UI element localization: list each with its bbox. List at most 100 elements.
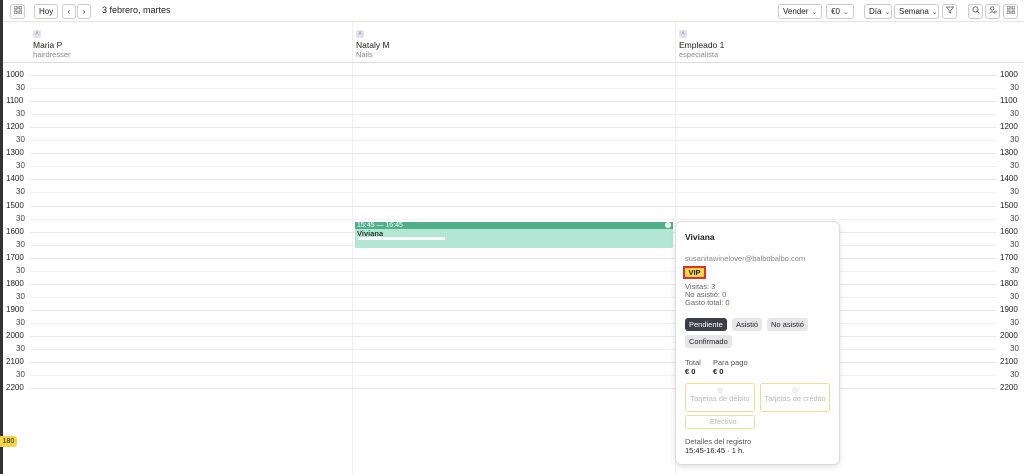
time-slot-line	[30, 101, 996, 102]
status-confirmed-button[interactable]: Confirmado	[685, 335, 732, 348]
time-label-right: 30	[1010, 83, 1019, 92]
time-label-right: 1900	[1000, 305, 1018, 314]
time-label-right: 1800	[1000, 279, 1018, 288]
staff-name: Maria P	[33, 40, 63, 50]
client-email[interactable]: susanitawinelover@balbobalbo.com	[685, 254, 805, 263]
time-slot-line	[30, 140, 996, 141]
time-label-left: 30	[16, 318, 25, 327]
time-label-right: 30	[1010, 240, 1019, 249]
day-dropdown[interactable]: Día ⌄	[864, 4, 892, 19]
left-edge-bar	[0, 0, 3, 474]
time-slot-line	[30, 284, 996, 285]
time-label-left: 2000	[6, 331, 24, 340]
time-slot-line	[30, 166, 996, 167]
current-date: 3 febrero, martes	[102, 5, 171, 15]
time-label-left: 1400	[6, 174, 24, 183]
time-label-left: 1100	[6, 96, 24, 105]
time-label-right: 30	[1010, 266, 1019, 275]
time-slot-line	[30, 310, 996, 311]
time-label-left: 30	[16, 266, 25, 275]
status-pending-button[interactable]: Pendiente	[685, 318, 727, 331]
time-label-right: 2000	[1000, 331, 1018, 340]
status-attended-button[interactable]: Asistió	[732, 318, 763, 331]
appointment-header: 15:45 — 16:45 i	[355, 222, 673, 229]
total-label: Total	[685, 358, 701, 367]
time-label-right: 30	[1010, 161, 1019, 170]
time-label-right: 30	[1010, 214, 1019, 223]
info-icon[interactable]: i	[665, 222, 671, 228]
money-label: €0	[831, 7, 841, 16]
staff-role: especialista	[679, 50, 719, 59]
chevron-down-icon: ⌄	[931, 9, 938, 16]
grid-icon[interactable]	[10, 4, 25, 19]
total-spent: Gasto total: 0	[685, 298, 730, 307]
page-counter-badge[interactable]: 180	[0, 436, 17, 447]
staff-name: Nataly M	[356, 40, 390, 50]
time-label-right: 1400	[1000, 174, 1018, 183]
staff-column-header[interactable]: A Nataly M Nails	[356, 30, 390, 59]
today-button[interactable]: Hoy	[34, 4, 59, 19]
time-slot-line	[30, 219, 996, 220]
time-slot-line	[30, 114, 996, 115]
to-pay-value: € 0	[713, 367, 724, 376]
filter-icon[interactable]	[942, 4, 957, 19]
time-label-right: 30	[1010, 109, 1019, 118]
cash-label: Efectivo	[709, 417, 737, 426]
time-slot-line	[30, 258, 996, 259]
credit-card-button[interactable]: ◎ Tarjetas de crédito	[760, 383, 830, 412]
debit-card-button[interactable]: ◎ Tarjetas de débito	[685, 383, 755, 412]
to-pay-label: Para pago	[713, 358, 748, 367]
time-label-left: 30	[16, 370, 25, 379]
details-value: 15:45-16:45 · 1 h.	[685, 446, 745, 455]
apps-icon[interactable]	[1003, 4, 1018, 19]
staff-column-header[interactable]: A Empleado 1 especialista	[679, 30, 724, 59]
sell-label: Vender	[783, 7, 809, 16]
money-dropdown[interactable]: €0 ⌄	[826, 4, 854, 19]
appointment-block[interactable]: 15:45 — 16:45 i Viviana	[355, 222, 673, 248]
time-label-left: 30	[16, 344, 25, 353]
details-label: Detalles del registro	[685, 437, 752, 446]
time-label-right: 1200	[1000, 122, 1018, 131]
time-label-right: 2200	[1000, 383, 1018, 392]
time-label-right: 30	[1010, 135, 1019, 144]
chevron-left-icon[interactable]: ‹	[62, 4, 76, 19]
chevron-down-icon: ⌄	[843, 9, 849, 16]
staff-role: hairdresser	[33, 50, 71, 59]
sell-dropdown[interactable]: Vender ⌄	[778, 4, 822, 19]
time-label-left: 1800	[6, 279, 24, 288]
vip-badge[interactable]: VIP	[683, 266, 706, 279]
staff-avatar: A	[33, 30, 41, 38]
zoom-icon[interactable]	[968, 4, 983, 19]
time-label-right: 1100	[1000, 96, 1018, 105]
week-dropdown[interactable]: Semana ⌄	[894, 4, 939, 19]
staff-column-header[interactable]: A Maria P hairdresser	[33, 30, 71, 59]
staff-name: Empleado 1	[679, 40, 725, 50]
time-label-left: 30	[16, 187, 25, 196]
chevron-right-icon[interactable]: ›	[77, 4, 91, 19]
status-no-show-button[interactable]: No asistió	[767, 318, 808, 331]
column-divider	[352, 22, 353, 474]
time-slot-line	[30, 297, 996, 298]
time-label-right: 2100	[1000, 357, 1018, 366]
time-label-right: 1300	[1000, 148, 1018, 157]
time-slot-line	[30, 349, 996, 350]
time-slot-line	[30, 75, 996, 76]
debit-label: Tarjetas de débito	[690, 394, 750, 403]
cash-button[interactable]: ◌ Efectivo	[685, 415, 755, 429]
calendar-app: Hoy ‹ › 3 febrero, martes Vender ⌄ €0 ⌄ Dí…	[0, 0, 1024, 474]
appointment-progress-bar	[358, 237, 445, 240]
time-label-left: 1200	[6, 122, 24, 131]
time-label-right: 1000	[1000, 70, 1018, 79]
time-label-left: 1500	[6, 201, 24, 210]
time-slot-line	[30, 179, 996, 180]
time-slot-line	[30, 323, 996, 324]
time-label-right: 1700	[1000, 253, 1018, 262]
staff-avatar: A	[356, 30, 364, 38]
credit-label: Tarjetas de crédito	[764, 394, 826, 403]
time-label-left: 30	[16, 292, 25, 301]
time-label-left: 30	[16, 83, 25, 92]
total-value: € 0	[685, 367, 696, 376]
chevron-down-icon: ⌄	[811, 9, 818, 16]
user-settings-icon[interactable]	[985, 4, 1000, 19]
time-label-left: 1000	[6, 70, 24, 79]
